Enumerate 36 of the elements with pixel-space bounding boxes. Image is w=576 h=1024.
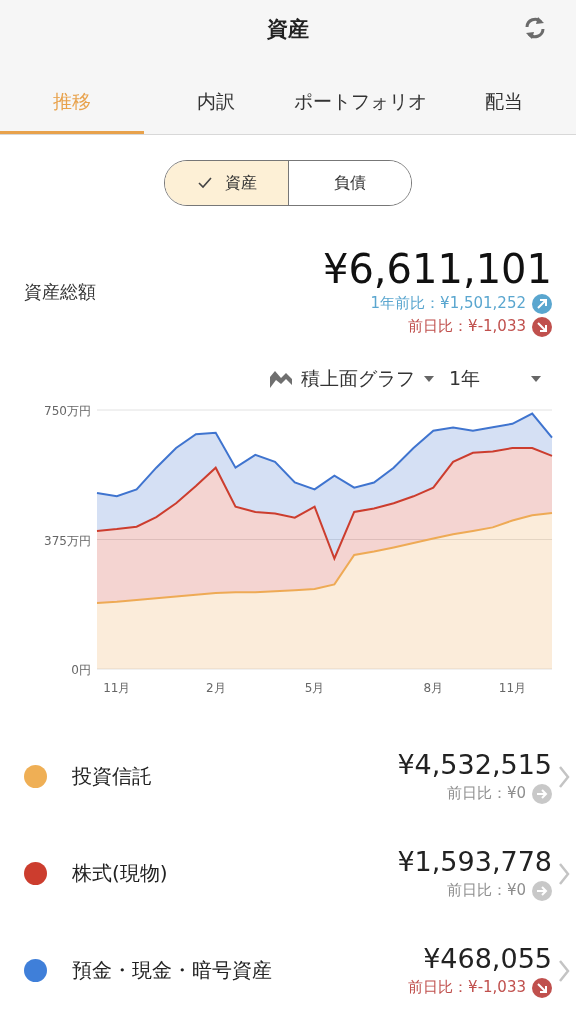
category-amount: ¥4,532,515 (397, 748, 552, 782)
x-axis-label: 11月 (103, 681, 131, 695)
change-text: 前日比：¥0 (446, 881, 526, 900)
check-icon (196, 176, 213, 190)
segment-button[interactable]: 負債 (288, 161, 411, 205)
x-axis-label: 5月 (304, 681, 325, 695)
category-amount: ¥468,055 (423, 942, 552, 976)
tab[interactable]: 内訳 (144, 72, 288, 134)
change-text: 前日比：¥-1,033 (408, 978, 526, 997)
tab[interactable]: 配当 (432, 72, 576, 134)
y-axis-label: 750万円 (44, 404, 91, 418)
y-axis-label: 375万円 (44, 533, 91, 548)
x-axis-label: 11月 (498, 681, 527, 695)
total-amount: ¥6,611,101 (322, 246, 552, 292)
category-name[interactable]: 株式(現物) (72, 860, 398, 887)
area-chart-icon (268, 369, 293, 389)
tab[interactable]: ポートフォリオ (288, 72, 432, 134)
total-label: 資産総額 (24, 280, 96, 304)
category-name[interactable]: 預金・現金・暗号資産 (72, 957, 409, 984)
period-dropdown[interactable]: 1年 (448, 366, 542, 392)
change-text: 1年前比：¥1,501,252 (370, 294, 526, 313)
chevron-icon[interactable] (558, 958, 570, 983)
category-amount: ¥1,593,778 (397, 845, 552, 879)
category-name[interactable]: 投資信託 (72, 763, 398, 790)
caret-icon (530, 375, 542, 383)
y-axis-label: 0円 (71, 663, 91, 677)
page-title: 資産 (267, 16, 309, 43)
chart-type-dropdown[interactable]: 積上面グラフ (268, 366, 435, 392)
chevron-icon[interactable] (558, 764, 570, 789)
change-text: 前日比：¥0 (446, 784, 526, 803)
segment-button[interactable]: 資産 (165, 161, 288, 205)
change-text: 前日比：¥-1,033 (408, 317, 526, 336)
x-axis-label: 8月 (423, 681, 444, 695)
x-axis-label: 2月 (205, 681, 226, 695)
chevron-icon[interactable] (558, 861, 570, 886)
caret-icon (422, 375, 435, 383)
